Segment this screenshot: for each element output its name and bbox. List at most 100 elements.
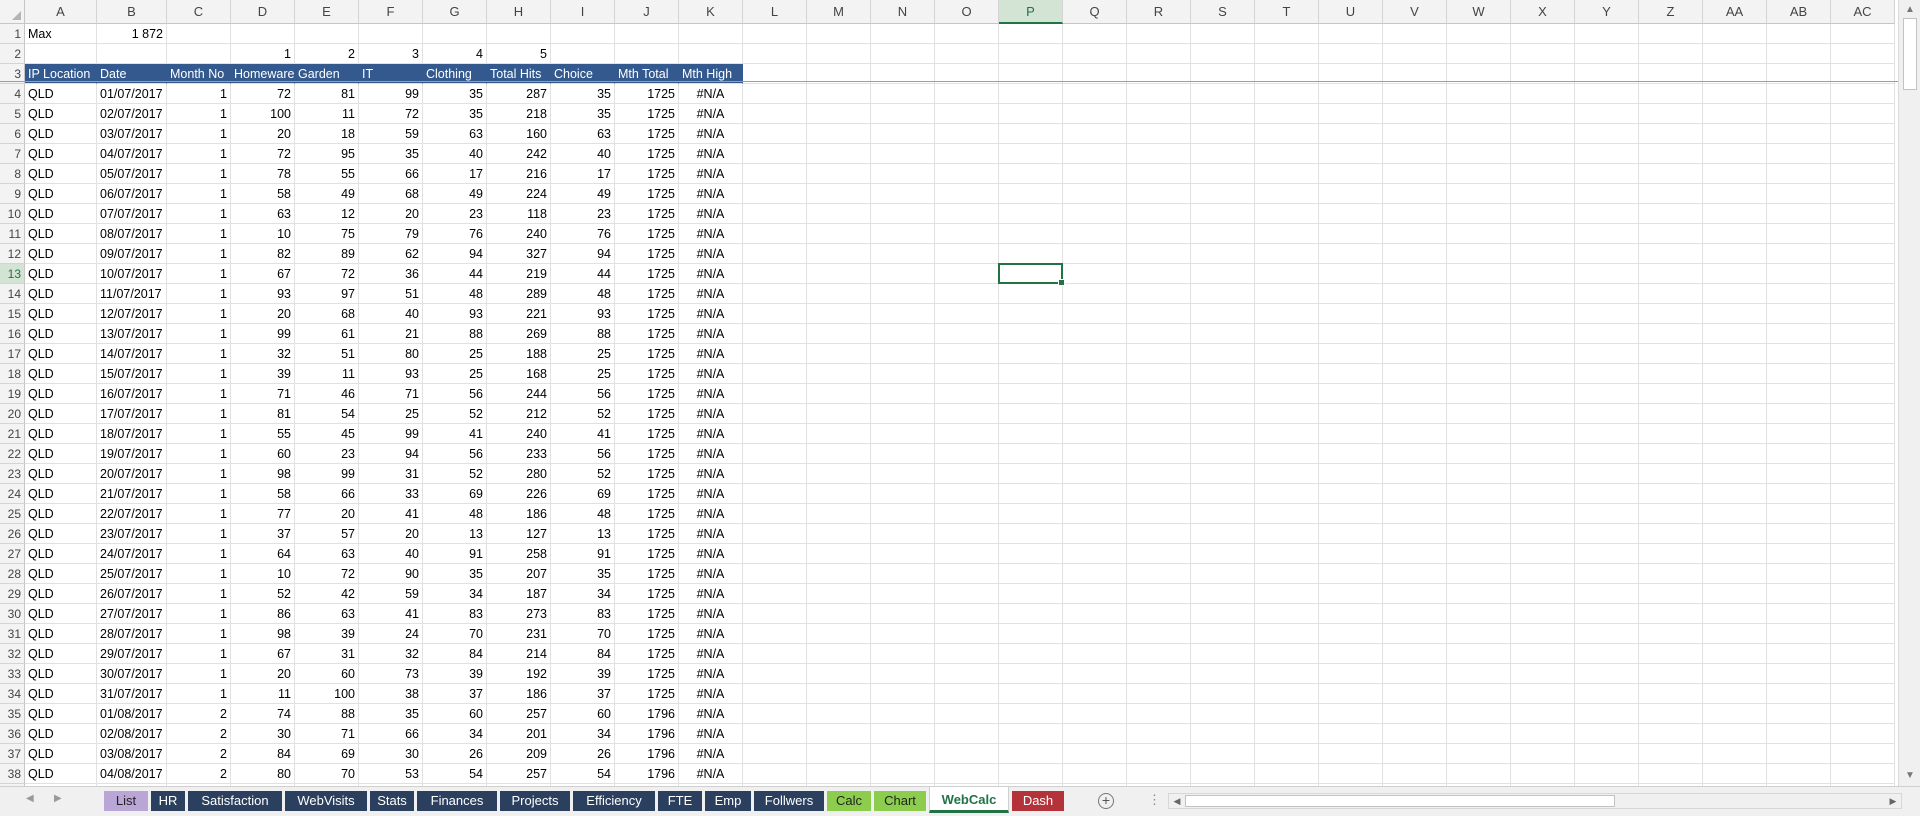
- table-cell[interactable]: 72: [295, 564, 359, 584]
- empty-cell[interactable]: [1767, 504, 1831, 524]
- select-all-corner[interactable]: [0, 0, 25, 24]
- empty-cell[interactable]: [743, 124, 807, 144]
- empty-cell[interactable]: [871, 524, 935, 544]
- empty-cell[interactable]: [743, 144, 807, 164]
- empty-cell[interactable]: [1255, 204, 1319, 224]
- empty-cell[interactable]: [1191, 604, 1255, 624]
- table-cell[interactable]: 1: [167, 304, 231, 324]
- empty-cell[interactable]: [1831, 44, 1895, 64]
- empty-cell[interactable]: [1767, 484, 1831, 504]
- index-cell-e[interactable]: 2: [295, 44, 359, 64]
- empty-cell[interactable]: [1767, 404, 1831, 424]
- empty-cell[interactable]: [1319, 204, 1383, 224]
- table-cell[interactable]: 160: [487, 124, 551, 144]
- table-cell[interactable]: 1725: [615, 104, 679, 124]
- empty-cell[interactable]: [231, 24, 295, 44]
- empty-cell[interactable]: [1575, 664, 1639, 684]
- table-cell[interactable]: 46: [295, 384, 359, 404]
- empty-cell[interactable]: [1767, 604, 1831, 624]
- empty-cell[interactable]: [1831, 544, 1895, 564]
- empty-cell[interactable]: [1831, 244, 1895, 264]
- table-cell[interactable]: #N/A: [679, 324, 743, 344]
- table-cell[interactable]: 1725: [615, 124, 679, 144]
- empty-cell[interactable]: [1511, 484, 1575, 504]
- empty-cell[interactable]: [935, 524, 999, 544]
- empty-cell[interactable]: [743, 624, 807, 644]
- empty-cell[interactable]: [1447, 424, 1511, 444]
- empty-cell[interactable]: [1575, 244, 1639, 264]
- table-cell[interactable]: QLD: [25, 604, 97, 624]
- empty-cell[interactable]: [1639, 544, 1703, 564]
- table-cell[interactable]: 56: [423, 384, 487, 404]
- empty-cell[interactable]: [1383, 144, 1447, 164]
- table-cell[interactable]: 76: [423, 224, 487, 244]
- empty-cell[interactable]: [1511, 604, 1575, 624]
- table-cell[interactable]: 287: [487, 84, 551, 104]
- table-cell[interactable]: 24/07/2017: [97, 544, 167, 564]
- empty-cell[interactable]: [1255, 44, 1319, 64]
- empty-cell[interactable]: [1063, 644, 1127, 664]
- empty-cell[interactable]: [807, 524, 871, 544]
- sheet-tab-webvisits[interactable]: WebVisits: [285, 791, 367, 811]
- empty-cell[interactable]: [1575, 584, 1639, 604]
- empty-cell[interactable]: [1063, 404, 1127, 424]
- table-cell[interactable]: 38: [359, 684, 423, 704]
- empty-cell[interactable]: [871, 344, 935, 364]
- empty-cell[interactable]: [1255, 424, 1319, 444]
- empty-cell[interactable]: [999, 404, 1063, 424]
- table-cell[interactable]: 45: [295, 424, 359, 444]
- table-cell[interactable]: 34: [423, 724, 487, 744]
- empty-cell[interactable]: [1831, 704, 1895, 724]
- empty-cell[interactable]: [1639, 624, 1703, 644]
- table-cell[interactable]: 84: [423, 644, 487, 664]
- empty-cell[interactable]: [167, 44, 231, 64]
- table-cell[interactable]: 1: [167, 184, 231, 204]
- empty-cell[interactable]: [1447, 764, 1511, 784]
- table-cell[interactable]: #N/A: [679, 724, 743, 744]
- empty-cell[interactable]: [1767, 584, 1831, 604]
- empty-cell[interactable]: [1767, 764, 1831, 784]
- table-cell[interactable]: 25: [423, 364, 487, 384]
- table-cell[interactable]: 52: [551, 404, 615, 424]
- empty-cell[interactable]: [1639, 124, 1703, 144]
- table-cell[interactable]: 1: [167, 484, 231, 504]
- empty-cell[interactable]: [807, 544, 871, 564]
- empty-cell[interactable]: [1511, 744, 1575, 764]
- empty-cell[interactable]: [1063, 504, 1127, 524]
- empty-cell[interactable]: [1191, 744, 1255, 764]
- empty-cell[interactable]: [1255, 324, 1319, 344]
- empty-cell[interactable]: [1831, 344, 1895, 364]
- empty-cell[interactable]: [1639, 484, 1703, 504]
- empty-cell[interactable]: [1447, 164, 1511, 184]
- empty-cell[interactable]: [935, 104, 999, 124]
- empty-cell[interactable]: [743, 764, 807, 784]
- empty-cell[interactable]: [1191, 184, 1255, 204]
- empty-cell[interactable]: [1255, 444, 1319, 464]
- sheet-tab-list[interactable]: List: [104, 791, 148, 811]
- table-cell[interactable]: 79: [359, 224, 423, 244]
- empty-cell[interactable]: [1191, 424, 1255, 444]
- empty-cell[interactable]: [935, 564, 999, 584]
- empty-cell[interactable]: [1511, 504, 1575, 524]
- empty-cell[interactable]: [1255, 284, 1319, 304]
- empty-cell[interactable]: [871, 164, 935, 184]
- empty-cell[interactable]: [1255, 684, 1319, 704]
- table-cell[interactable]: 18/07/2017: [97, 424, 167, 444]
- empty-cell[interactable]: [1447, 644, 1511, 664]
- empty-cell[interactable]: [935, 584, 999, 604]
- empty-cell[interactable]: [743, 644, 807, 664]
- empty-cell[interactable]: [1255, 364, 1319, 384]
- table-cell[interactable]: 39: [231, 364, 295, 384]
- table-cell[interactable]: 67: [231, 264, 295, 284]
- sheet-tab-webcalc[interactable]: WebCalc: [929, 787, 1009, 813]
- empty-cell[interactable]: [871, 544, 935, 564]
- empty-cell[interactable]: [871, 444, 935, 464]
- sheet-tab-projects[interactable]: Projects: [500, 791, 570, 811]
- empty-cell[interactable]: [1255, 104, 1319, 124]
- empty-cell[interactable]: [1063, 424, 1127, 444]
- table-cell[interactable]: QLD: [25, 444, 97, 464]
- table-cell[interactable]: 67: [231, 644, 295, 664]
- table-cell[interactable]: 68: [359, 184, 423, 204]
- empty-cell[interactable]: [871, 704, 935, 724]
- table-cell[interactable]: 14/07/2017: [97, 344, 167, 364]
